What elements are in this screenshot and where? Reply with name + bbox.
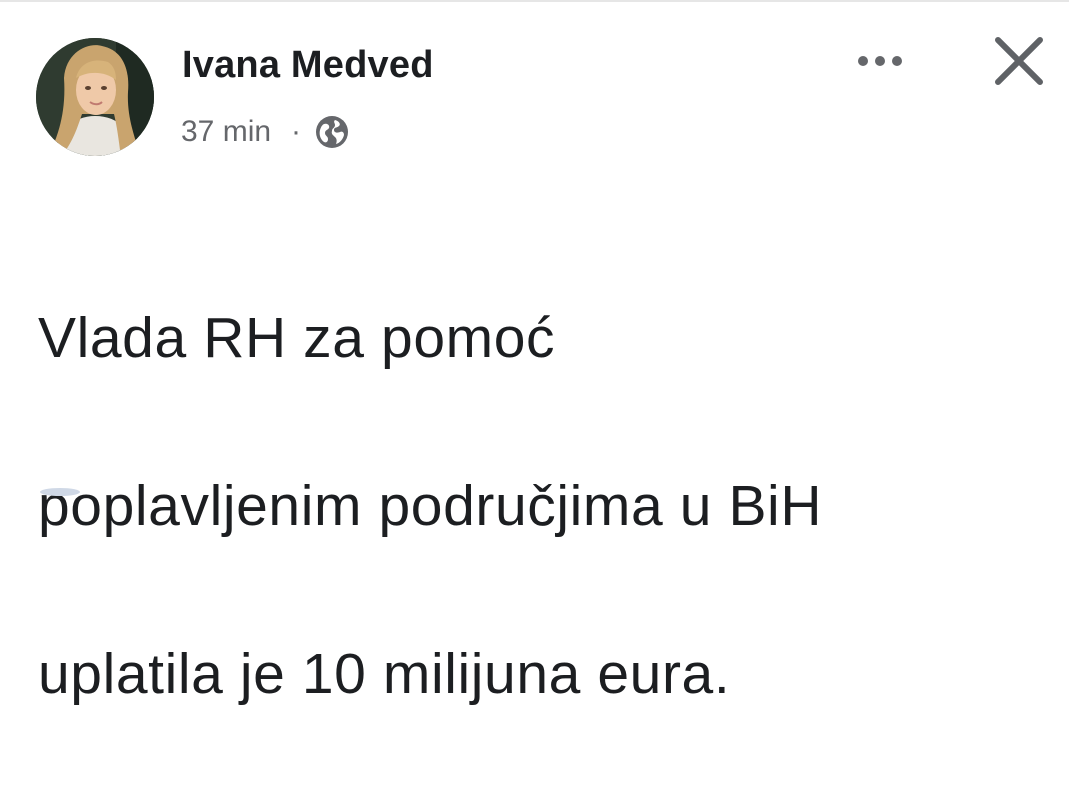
meta-separator: · bbox=[291, 115, 302, 148]
post-text-line: uplatila je 10 milijuna eura. bbox=[38, 642, 731, 706]
more-options-button[interactable] bbox=[848, 44, 912, 78]
globe-icon[interactable] bbox=[315, 115, 349, 149]
timestamp[interactable]: 37 min bbox=[181, 115, 271, 149]
post-card: Ivana Medved 37 min · Vlada RH za pomoć … bbox=[0, 0, 1069, 706]
post-text-line: poplavljenim područjima u BiH bbox=[38, 474, 823, 538]
top-divider bbox=[0, 0, 1069, 2]
reaction-peek bbox=[40, 488, 80, 496]
avatar[interactable] bbox=[36, 38, 154, 156]
close-icon bbox=[995, 37, 1043, 85]
more-options-icon-dot-3 bbox=[892, 56, 902, 66]
close-button[interactable] bbox=[990, 32, 1048, 90]
post-meta: 37 min · bbox=[181, 112, 349, 152]
post-text-line: Vlada RH za pomoć bbox=[38, 306, 556, 370]
post-text: Vlada RH za pomoć poplavljenim područjim… bbox=[38, 212, 1048, 800]
more-options-icon bbox=[858, 56, 868, 66]
avatar-photo bbox=[36, 38, 154, 156]
more-options-icon-dot-2 bbox=[875, 56, 885, 66]
author-name[interactable]: Ivana Medved bbox=[182, 44, 434, 87]
